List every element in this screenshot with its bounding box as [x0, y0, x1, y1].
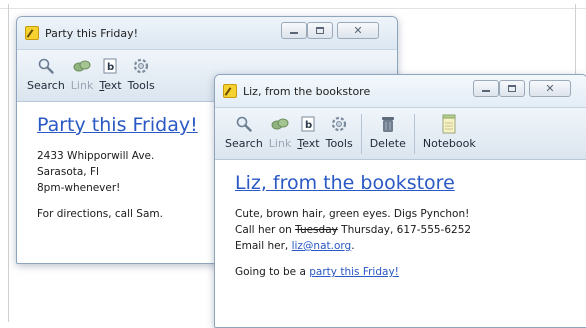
note-line-party: Going to be a party this Friday! — [235, 264, 586, 280]
close-button[interactable]: ✕ — [337, 22, 379, 39]
magnifier-icon — [234, 114, 254, 134]
note-line-description: Cute, brown hair, green eyes. Digs Pynch… — [235, 208, 470, 220]
gear-icon — [131, 56, 151, 76]
email-link[interactable]: liz@nat.org — [292, 240, 352, 252]
search-label: Search — [225, 137, 263, 150]
svg-text:b: b — [305, 120, 312, 131]
email-suffix: . — [351, 240, 355, 252]
notebook-label: Notebook — [422, 137, 476, 150]
tools-button[interactable]: Tools — [128, 50, 155, 102]
title-bar[interactable]: Party this Friday! ✕ — [17, 17, 397, 50]
text-format-icon: b — [100, 56, 120, 76]
email-prefix: Email her, — [235, 240, 292, 252]
tools-button[interactable]: Tools — [326, 108, 353, 160]
notebook-icon — [439, 114, 459, 134]
maximize-button[interactable] — [307, 22, 333, 39]
link-label: Link — [70, 79, 94, 92]
tools-label: Tools — [127, 79, 155, 92]
toolbar-separator — [413, 114, 415, 154]
chain-link-icon — [270, 114, 290, 134]
delete-label: Delete — [369, 137, 406, 150]
minimize-icon — [290, 32, 298, 34]
magnifier-icon — [36, 56, 56, 76]
search-button[interactable]: Search — [225, 108, 263, 160]
note-line-email: Email her, liz@nat.org. — [235, 238, 586, 254]
search-button[interactable]: Search — [27, 50, 65, 102]
sticky-note-icon — [223, 84, 237, 98]
minimize-icon — [482, 90, 490, 92]
minimize-button[interactable] — [473, 80, 499, 97]
sticky-note-icon — [25, 26, 39, 40]
toolbar-separator — [360, 114, 362, 154]
close-icon: ✕ — [353, 24, 363, 37]
note-body[interactable]: Liz, from the bookstore Cute, brown hair… — [215, 160, 586, 280]
window-title: Party this Friday! — [45, 27, 139, 40]
delete-button[interactable]: Delete — [370, 108, 406, 160]
window-title: Liz, from the bookstore — [243, 85, 371, 98]
close-button[interactable]: ✕ — [529, 80, 571, 97]
note-toolbar: Search Link b Text Tools Delete Notebook — [215, 108, 586, 160]
text-format-icon: b — [298, 114, 318, 134]
phone-prefix: Call her on — [235, 224, 296, 236]
note-line-phone: Call her on Tuesday Thursday, 617-555-62… — [235, 222, 586, 238]
title-bar[interactable]: Liz, from the bookstore ✕ — [215, 75, 586, 108]
link-button[interactable]: Link — [70, 50, 94, 102]
chain-link-icon — [72, 56, 92, 76]
note-window-liz[interactable]: Liz, from the bookstore ✕ Search Link b … — [214, 74, 586, 328]
maximize-icon — [508, 85, 516, 92]
minimize-button[interactable] — [281, 22, 307, 39]
note-title-link[interactable]: Party this Friday! — [37, 114, 198, 136]
link-button[interactable]: Link — [268, 108, 292, 160]
tools-label: Tools — [325, 137, 353, 150]
notebook-button[interactable]: Notebook — [423, 108, 476, 160]
struck-day: Tuesday — [295, 224, 338, 236]
svg-text:b: b — [107, 62, 114, 73]
party-note-link[interactable]: party this Friday! — [309, 266, 399, 278]
maximize-icon — [316, 27, 324, 34]
text-button[interactable]: b Text — [99, 50, 122, 102]
text-button[interactable]: b Text — [297, 108, 320, 160]
maximize-button[interactable] — [499, 80, 525, 97]
phone-suffix: Thursday, 617-555-6252 — [337, 224, 472, 236]
search-label: Search — [27, 79, 65, 92]
text-label: Text — [297, 137, 320, 150]
text-label: Text — [99, 79, 122, 92]
party-prefix: Going to be a — [235, 266, 310, 278]
link-label: Link — [268, 137, 292, 150]
trash-can-icon — [378, 114, 398, 134]
gear-icon — [329, 114, 349, 134]
close-icon: ✕ — [545, 82, 555, 95]
note-title-link[interactable]: Liz, from the bookstore — [235, 172, 455, 194]
